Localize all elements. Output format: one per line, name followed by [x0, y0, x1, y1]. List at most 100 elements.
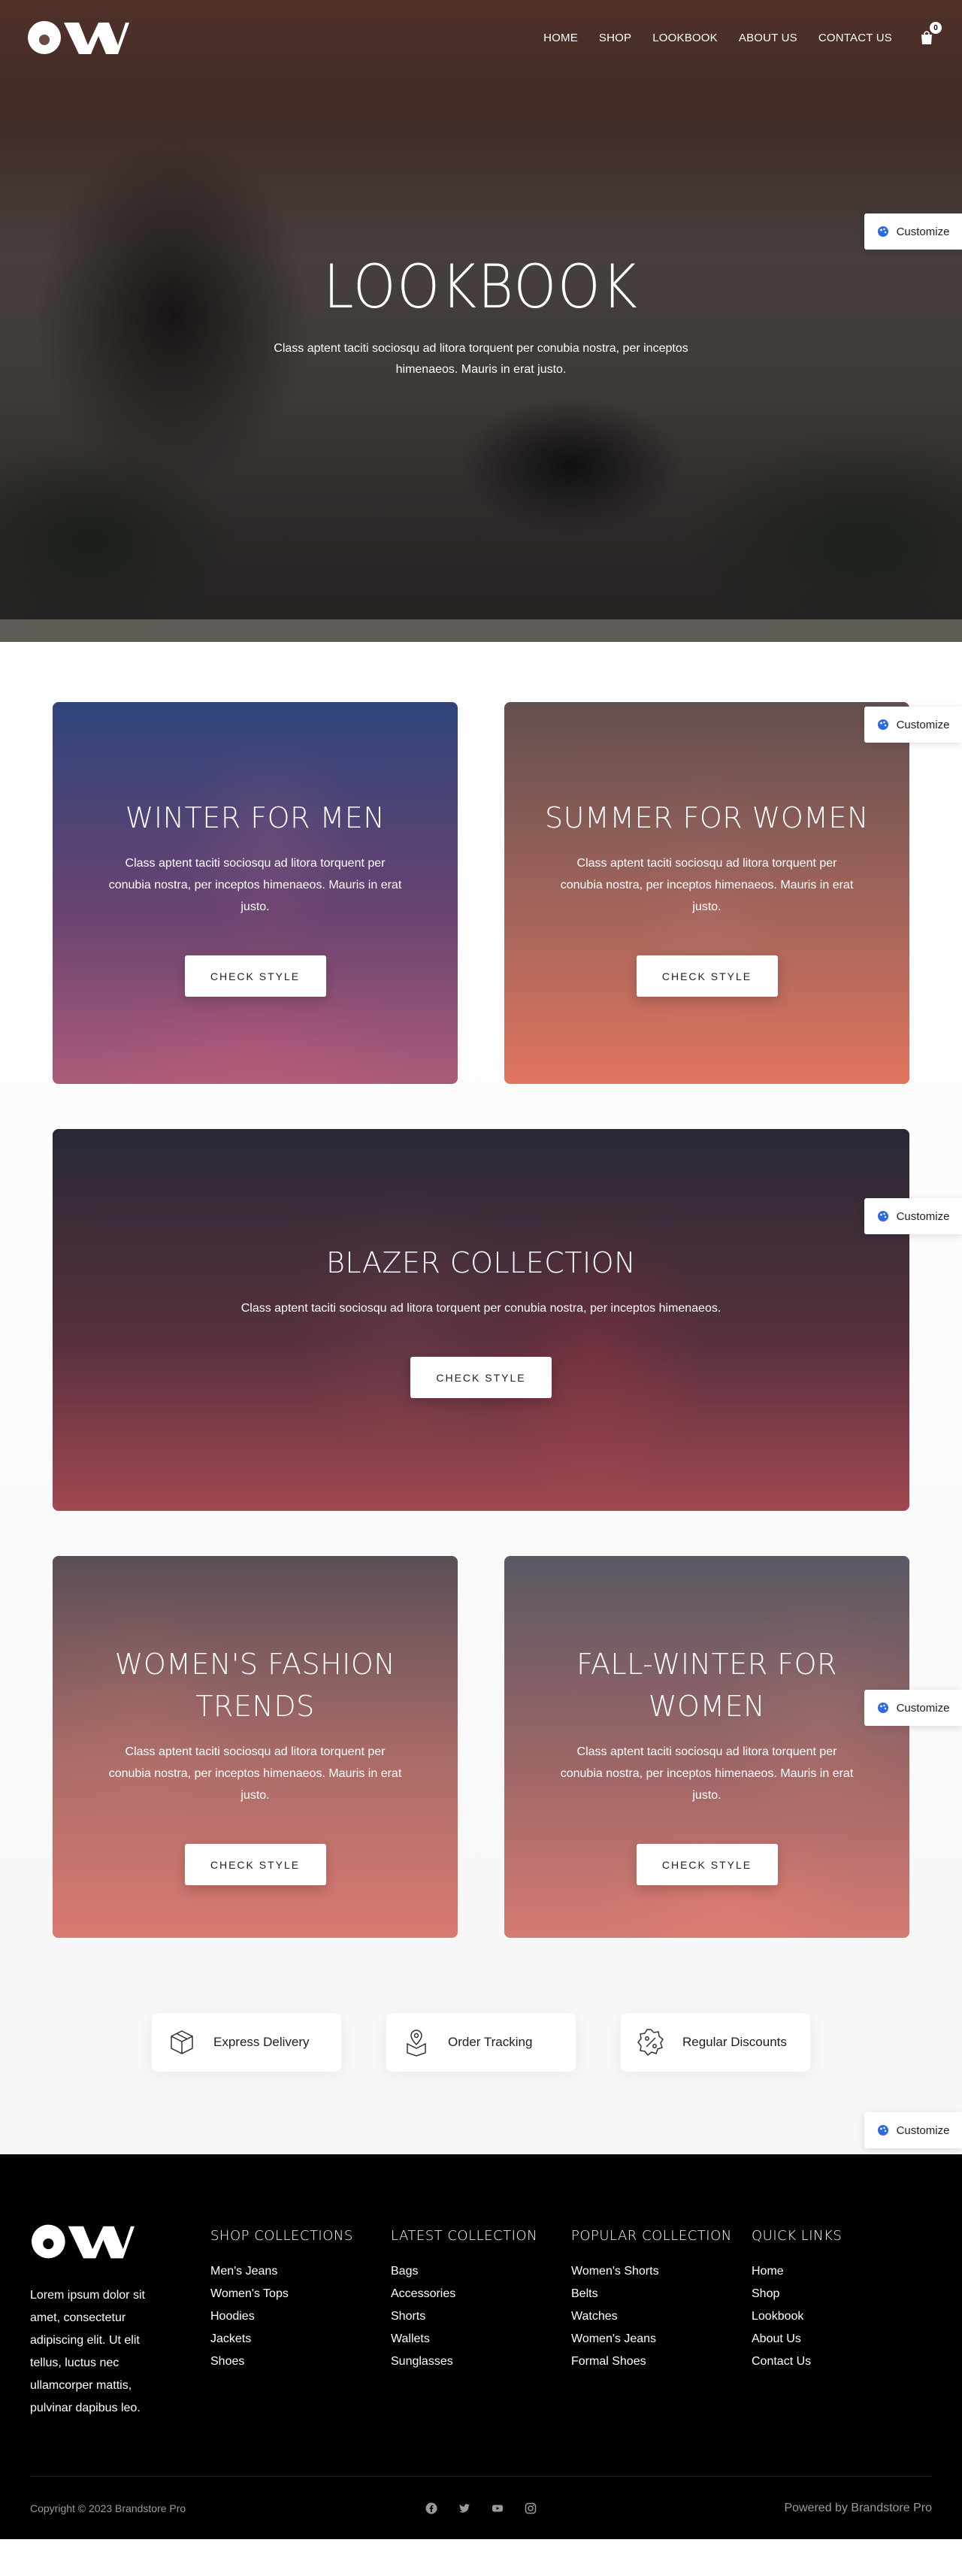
lookbook-card-winter-for-men: WINTER FOR MEN Class aptent taciti socio… — [53, 702, 458, 1084]
discount-badge-icon — [637, 2029, 664, 2057]
footer-link[interactable]: Women's Jeans — [571, 2328, 752, 2350]
footer-col-title: SHOP COLLECTIONS — [210, 2228, 353, 2244]
lookbook-section: Customize WINTER FOR MEN Class aptent ta… — [0, 642, 962, 2154]
palette-icon — [877, 719, 888, 730]
customize-button[interactable]: Customize — [864, 2112, 962, 2148]
lookbook-row: WOMEN'S FASHION TRENDS Class aptent taci… — [53, 1556, 909, 1938]
footer-link[interactable]: Bags — [391, 2260, 571, 2283]
card-text: Class aptent taciti sociosqu ad litora t… — [108, 857, 402, 913]
check-style-button[interactable]: CHECK STYLE — [636, 955, 778, 997]
check-style-button[interactable]: CHECK STYLE — [410, 1357, 552, 1398]
footer-link[interactable]: Formal Shoes — [571, 2350, 752, 2373]
customize-button[interactable]: Customize — [864, 213, 962, 250]
card-title: BLAZER COLLECTION — [325, 1246, 637, 1279]
customize-button[interactable]: Customize — [864, 1690, 962, 1726]
palette-icon — [877, 1703, 888, 1713]
footer-link[interactable]: Home — [752, 2260, 932, 2283]
footer-col-title: POPULAR COLLECTION — [571, 2228, 732, 2244]
footer-link[interactable]: Shorts — [391, 2305, 571, 2328]
lookbook-card-womens-fashion-trends: WOMEN'S FASHION TRENDS Class aptent taci… — [53, 1556, 458, 1938]
footer-link[interactable]: Jackets — [210, 2328, 391, 2350]
nav-home[interactable]: HOME — [543, 32, 578, 44]
footer-link[interactable]: Belts — [571, 2283, 752, 2305]
site-header: HOME SHOP LOOKBOOK ABOUT US CONTACT US 0 — [0, 0, 962, 75]
customize-label: Customize — [896, 718, 950, 731]
card-content: WINTER FOR MEN Class aptent taciti socio… — [53, 797, 458, 997]
customize-label: Customize — [896, 1209, 950, 1223]
footer-col-title: QUICK LINKS — [752, 2228, 843, 2244]
twitter-icon[interactable] — [458, 2502, 470, 2514]
ow-logo-icon — [28, 21, 129, 54]
lookbook-card-blazer-collection: BLAZER COLLECTION Class aptent taciti so… — [53, 1129, 909, 1511]
feature-label: Regular Discounts — [682, 2035, 787, 2049]
footer-link[interactable]: Watches — [571, 2305, 752, 2328]
card-text: Class aptent taciti sociosqu ad litora t… — [108, 1745, 402, 1802]
footer-about: Lorem ipsum dolor sit amet, consectetur … — [30, 2222, 210, 2420]
palette-icon — [877, 226, 888, 237]
location-box-icon — [407, 2030, 426, 2057]
card-text: Class aptent taciti sociosqu ad litora t… — [560, 1745, 854, 1802]
card-content: WOMEN'S FASHION TRENDS Class aptent taci… — [53, 1643, 458, 1885]
footer-link[interactable]: About Us — [752, 2328, 932, 2350]
check-style-button[interactable]: CHECK STYLE — [184, 955, 326, 997]
card-title: WINTER FOR MEN — [125, 801, 386, 834]
facebook-icon[interactable] — [425, 2502, 437, 2514]
site-footer: Lorem ipsum dolor sit amet, consectetur … — [0, 2154, 962, 2539]
footer-link[interactable]: Accessories — [391, 2283, 571, 2305]
site-logo[interactable] — [26, 20, 130, 56]
package-box-icon — [171, 2030, 193, 2054]
footer-link[interactable]: Hoodies — [210, 2305, 391, 2328]
card-title: SUMMER FOR WOMEN — [545, 801, 869, 834]
hero-text: Class aptent taciti sociosqu ad litora t… — [274, 342, 688, 376]
customize-label: Customize — [896, 2123, 950, 2137]
footer-link[interactable]: Women's Shorts — [571, 2260, 752, 2283]
card-title: FALL-WINTER FOR WOMEN — [576, 1648, 837, 1723]
footer-link[interactable]: Shoes — [210, 2350, 391, 2373]
youtube-icon[interactable] — [492, 2502, 504, 2514]
palette-icon — [877, 1211, 888, 1221]
feature-order-tracking: Order Tracking — [386, 2013, 576, 2072]
cart-count-badge: 0 — [930, 22, 942, 34]
footer-col-popular-collection: POPULAR COLLECTION Women's Shorts Belts … — [571, 2222, 752, 2420]
footer-link[interactable]: Lookbook — [752, 2305, 932, 2328]
features-strip: Express Delivery Order Tracking Regular … — [0, 2013, 962, 2072]
hero-content: LOOKBOOK Class aptent taciti sociosqu ad… — [0, 252, 962, 380]
customize-button[interactable]: Customize — [864, 707, 962, 743]
instagram-icon[interactable] — [525, 2502, 537, 2514]
social-links — [30, 2502, 932, 2514]
footer-link[interactable]: Women's Tops — [210, 2283, 391, 2305]
feature-label: Express Delivery — [213, 2035, 310, 2049]
footer-link[interactable]: Men's Jeans — [210, 2260, 391, 2283]
footer-columns: Lorem ipsum dolor sit amet, consectetur … — [30, 2222, 932, 2420]
footer-col-shop-collections: SHOP COLLECTIONS Men's Jeans Women's Top… — [210, 2222, 391, 2420]
footer-link[interactable]: Contact Us — [752, 2350, 932, 2373]
footer-link[interactable]: Sunglasses — [391, 2350, 571, 2373]
customize-button[interactable]: Customize — [864, 1198, 962, 1234]
footer-link[interactable]: Shop — [752, 2283, 932, 2305]
palette-icon — [877, 2125, 888, 2136]
card-text: Class aptent taciti sociosqu ad litora t… — [240, 1302, 722, 1315]
footer-col-latest-collection: LATEST COLLECTION Bags Accessories Short… — [391, 2222, 571, 2420]
nav-lookbook[interactable]: LOOKBOOK — [652, 32, 718, 44]
lookbook-card-summer-for-women: SUMMER FOR WOMEN Class aptent taciti soc… — [504, 702, 909, 1084]
hero-title: LOOKBOOK — [323, 252, 639, 322]
footer-link[interactable]: Wallets — [391, 2328, 571, 2350]
lookbook-row: WINTER FOR MEN Class aptent taciti socio… — [53, 702, 909, 1084]
footer-col-quick-links: QUICK LINKS Home Shop Lookbook About Us … — [752, 2222, 932, 2420]
hero-section: HOME SHOP LOOKBOOK ABOUT US CONTACT US 0… — [0, 0, 962, 642]
nav-shop[interactable]: SHOP — [599, 32, 631, 44]
customize-label: Customize — [896, 225, 950, 238]
hero-floor-strip — [0, 619, 962, 642]
customize-label: Customize — [896, 1701, 950, 1715]
check-style-button[interactable]: CHECK STYLE — [636, 1844, 778, 1885]
nav-contact-us[interactable]: CONTACT US — [818, 32, 892, 44]
cart-button[interactable]: 0 — [918, 22, 942, 47]
main-nav: HOME SHOP LOOKBOOK ABOUT US CONTACT US — [543, 32, 892, 44]
footer-about-text: Lorem ipsum dolor sit amet, consectetur … — [30, 2289, 145, 2414]
footer-col-title: LATEST COLLECTION — [391, 2228, 538, 2244]
card-content: SUMMER FOR WOMEN Class aptent taciti soc… — [504, 797, 909, 997]
footer-logo-icon — [32, 2224, 135, 2259]
nav-about-us[interactable]: ABOUT US — [739, 32, 797, 44]
check-style-button[interactable]: CHECK STYLE — [184, 1844, 326, 1885]
card-content: FALL-WINTER FOR WOMEN Class aptent tacit… — [504, 1643, 909, 1885]
